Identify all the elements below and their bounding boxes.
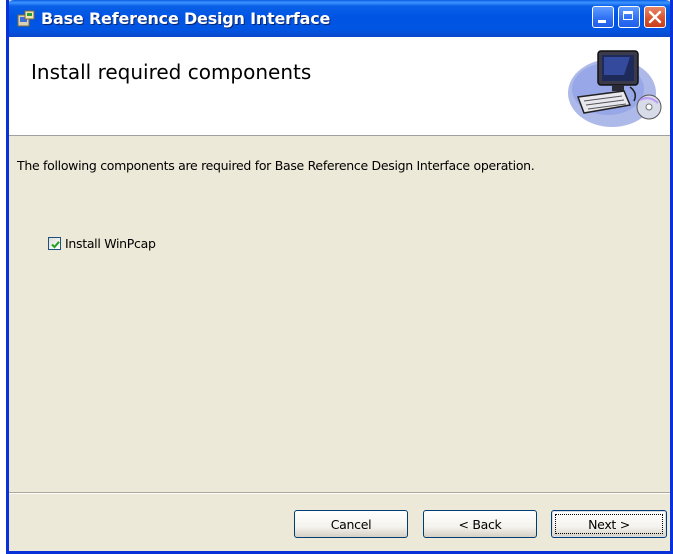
minimize-button[interactable]: [592, 6, 614, 28]
next-button[interactable]: Next >: [551, 510, 667, 538]
close-icon: [648, 10, 662, 24]
page-title: Install required components: [31, 60, 312, 84]
wizard-header: Install required components: [9, 37, 670, 136]
title-bar[interactable]: Base Reference Design Interface: [9, 0, 670, 37]
window-title: Base Reference Design Interface: [41, 9, 331, 28]
next-button-label: Next >: [588, 516, 630, 532]
checkmark-icon: [51, 241, 60, 249]
back-button-label: < Back: [458, 516, 502, 532]
close-button[interactable]: [644, 6, 666, 28]
installer-app-icon: [17, 10, 35, 27]
winpcap-label[interactable]: Install WinPcap: [65, 236, 156, 251]
maximize-button[interactable]: [618, 6, 640, 28]
winpcap-checkbox[interactable]: [48, 237, 61, 250]
back-button[interactable]: < Back: [423, 510, 537, 538]
description-text: The following components are required fo…: [17, 158, 535, 173]
cancel-button[interactable]: Cancel: [294, 510, 408, 538]
installer-window: Base Reference Design Interface Install …: [6, 0, 673, 554]
computer-setup-icon: [568, 50, 662, 127]
footer-separator: [9, 492, 670, 494]
cancel-button-label: Cancel: [330, 516, 372, 532]
